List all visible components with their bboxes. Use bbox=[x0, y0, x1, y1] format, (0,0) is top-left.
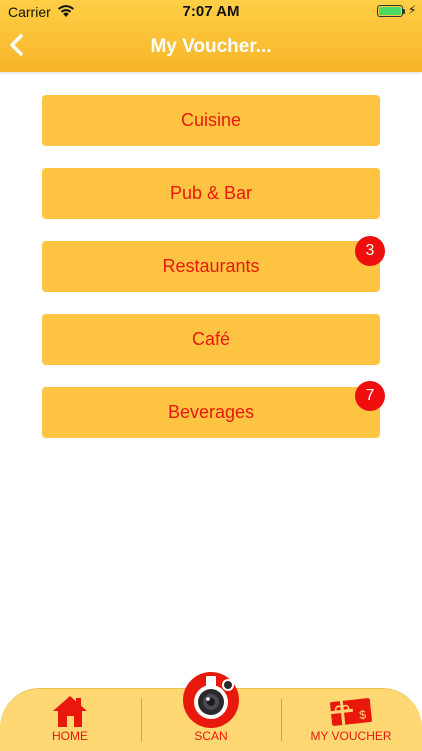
category-cuisine-button[interactable]: Cuisine bbox=[42, 95, 380, 146]
status-bar: Carrier 7:07 AM ⚡ bbox=[0, 0, 422, 22]
gift-voucher-icon: $ bbox=[330, 698, 372, 726]
tab-home[interactable]: HOME bbox=[30, 689, 110, 751]
camera-icon bbox=[194, 676, 234, 719]
tab-scan-label: SCAN bbox=[194, 729, 228, 743]
charging-icon: ⚡ bbox=[408, 3, 417, 17]
category-label: Restaurants bbox=[162, 256, 260, 276]
scan-button[interactable] bbox=[183, 672, 239, 728]
category-restaurants-button[interactable]: Restaurants bbox=[42, 241, 380, 292]
restaurants-count-badge: 3 bbox=[355, 236, 385, 266]
tab-my-voucher-label: MY VOUCHER bbox=[310, 729, 392, 743]
category-label: Pub & Bar bbox=[169, 183, 253, 203]
back-chevron-icon[interactable] bbox=[6, 32, 28, 58]
tab-home-label: HOME bbox=[52, 729, 88, 743]
nav-header: Carrier 7:07 AM ⚡ My Voucher... bbox=[0, 0, 422, 72]
home-icon bbox=[53, 696, 87, 727]
category-pub-bar-button[interactable]: Pub & Bar bbox=[42, 168, 380, 219]
category-label: Cuisine bbox=[180, 110, 242, 130]
battery-tip bbox=[403, 9, 405, 14]
tab-divider bbox=[281, 699, 282, 741]
clock: 7:07 AM bbox=[182, 3, 240, 20]
category-label: Beverages bbox=[167, 402, 255, 422]
tab-my-voucher[interactable]: $ MY VOUCHER bbox=[305, 689, 397, 751]
battery-icon bbox=[377, 5, 403, 17]
beverages-count-badge: 7 bbox=[355, 381, 385, 411]
tab-divider bbox=[141, 699, 142, 741]
category-label: Café bbox=[191, 329, 231, 349]
category-beverages-button[interactable]: Beverages bbox=[42, 387, 380, 438]
category-cafe-button[interactable]: Café bbox=[42, 314, 380, 365]
page-title: My Voucher... bbox=[150, 36, 272, 57]
